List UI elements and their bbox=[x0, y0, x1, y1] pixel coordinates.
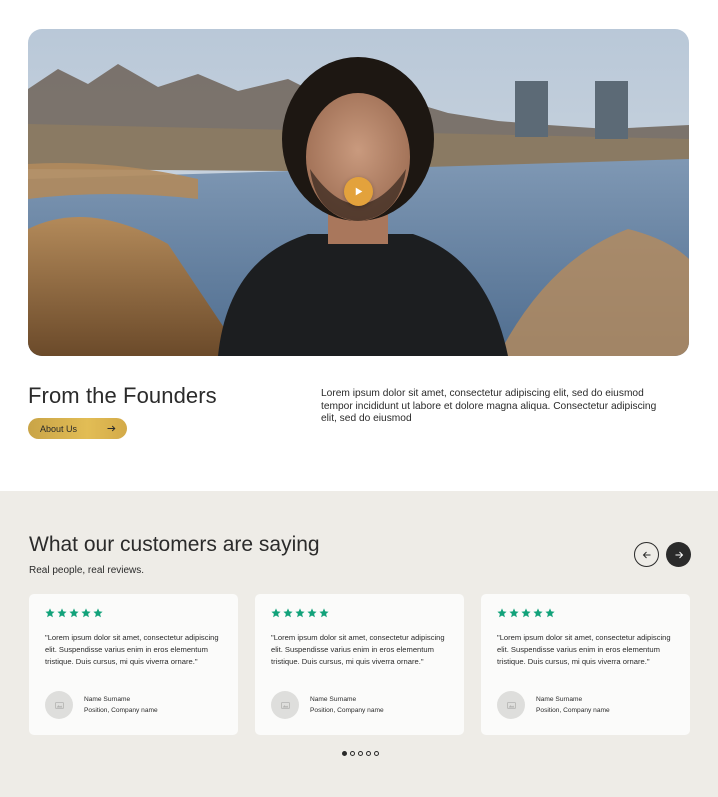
star-icon bbox=[45, 608, 55, 618]
reviewer-position: Position, Company name bbox=[310, 707, 384, 714]
about-us-button[interactable]: About Us bbox=[28, 418, 127, 439]
pagination-dot[interactable] bbox=[350, 751, 355, 756]
star-icon bbox=[319, 608, 329, 618]
testimonial-card: "Lorem ipsum dolor sit amet, consectetur… bbox=[255, 594, 464, 735]
star-icon bbox=[521, 608, 531, 618]
pagination-dot[interactable] bbox=[374, 751, 379, 756]
avatar bbox=[497, 691, 525, 719]
star-icon bbox=[283, 608, 293, 618]
star-rating bbox=[497, 608, 555, 618]
about-us-label: About Us bbox=[40, 423, 78, 434]
founders-description: Lorem ipsum dolor sit amet, consectetur … bbox=[321, 388, 657, 425]
testimonials-title: What our customers are saying bbox=[29, 533, 320, 556]
pagination-dot[interactable] bbox=[358, 751, 363, 756]
testimonial-quote: "Lorem ipsum dolor sit amet, consectetur… bbox=[497, 633, 671, 666]
star-icon bbox=[81, 608, 91, 618]
testimonial-quote: "Lorem ipsum dolor sit amet, consectetur… bbox=[271, 633, 445, 666]
reviewer-position: Position, Company name bbox=[536, 707, 610, 714]
image-placeholder-icon bbox=[280, 701, 290, 709]
star-rating bbox=[271, 608, 329, 618]
hero-video[interactable] bbox=[28, 29, 689, 356]
reviewer-position: Position, Company name bbox=[84, 707, 158, 714]
testimonials-section: What our customers are saying Real peopl… bbox=[0, 491, 718, 797]
image-placeholder-icon bbox=[54, 701, 64, 709]
star-icon bbox=[57, 608, 67, 618]
star-icon bbox=[271, 608, 281, 618]
testimonials-subtitle: Real people, real reviews. bbox=[29, 565, 145, 576]
avatar bbox=[271, 691, 299, 719]
reviewer-name: Name Surname bbox=[310, 696, 357, 703]
star-icon bbox=[295, 608, 305, 618]
star-icon bbox=[545, 608, 555, 618]
pagination-dot[interactable] bbox=[342, 751, 347, 756]
reviewer-name: Name Surname bbox=[84, 696, 131, 703]
founders-title: From the Founders bbox=[28, 383, 217, 408]
arrow-left-icon bbox=[642, 551, 650, 558]
testimonial-card: "Lorem ipsum dolor sit amet, consectetur… bbox=[29, 594, 238, 735]
play-button[interactable] bbox=[344, 177, 373, 206]
testimonial-card: "Lorem ipsum dolor sit amet, consectetur… bbox=[481, 594, 690, 735]
star-rating bbox=[45, 608, 103, 618]
play-icon bbox=[355, 187, 363, 196]
testimonial-quote: "Lorem ipsum dolor sit amet, consectetur… bbox=[45, 633, 219, 666]
avatar bbox=[45, 691, 73, 719]
next-button[interactable] bbox=[666, 542, 691, 567]
image-placeholder-icon bbox=[506, 701, 516, 709]
carousel-pagination bbox=[342, 751, 379, 756]
star-icon bbox=[497, 608, 507, 618]
previous-button[interactable] bbox=[634, 542, 659, 567]
star-icon bbox=[93, 608, 103, 618]
arrow-right-icon bbox=[675, 551, 683, 558]
star-icon bbox=[69, 608, 79, 618]
reviewer-name: Name Surname bbox=[536, 696, 583, 703]
star-icon bbox=[509, 608, 519, 618]
star-icon bbox=[307, 608, 317, 618]
star-icon bbox=[533, 608, 543, 618]
arrow-right-icon bbox=[107, 425, 116, 432]
pagination-dot[interactable] bbox=[366, 751, 371, 756]
